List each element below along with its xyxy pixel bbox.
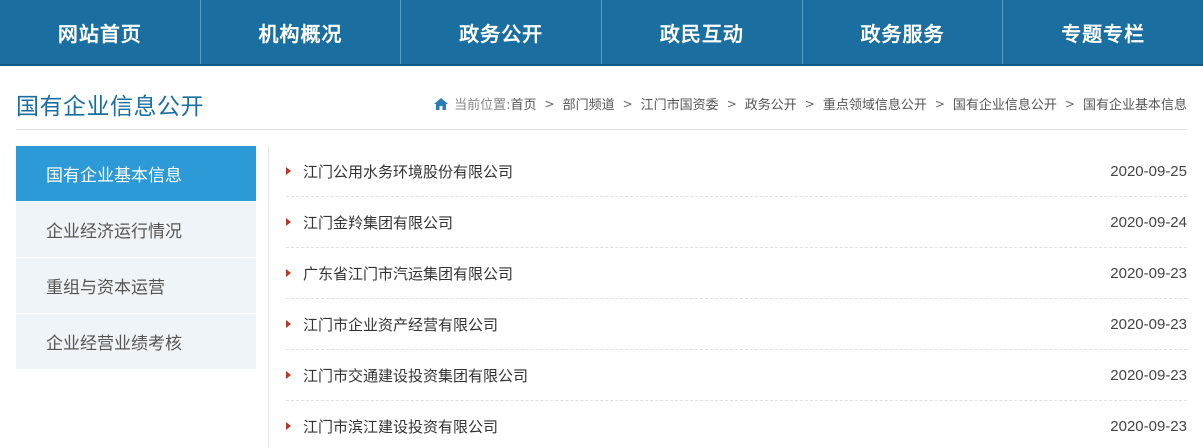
bullet-icon — [286, 167, 291, 175]
list-item[interactable]: 江门公用水务环境股份有限公司 2020-09-25 — [286, 146, 1187, 197]
list-item[interactable]: 江门市滨江建设投资有限公司 2020-09-23 — [286, 401, 1187, 448]
list-item-title[interactable]: 江门公用水务环境股份有限公司 — [303, 161, 513, 182]
breadcrumb-affairs[interactable]: 政务公开 — [745, 94, 797, 113]
top-navigation: 网站首页 机构概况 政务公开 政民互动 政务服务 专题专栏 — [0, 0, 1203, 66]
list-item-title[interactable]: 江门市交通建设投资集团有限公司 — [303, 365, 528, 386]
bullet-icon — [286, 371, 291, 379]
list-item-title[interactable]: 江门市滨江建设投资有限公司 — [303, 416, 498, 437]
home-icon — [434, 97, 449, 110]
list-item-date: 2020-09-24 — [1110, 213, 1187, 231]
breadcrumb-sasac[interactable]: 江门市国资委 — [641, 94, 719, 113]
nav-special-topics[interactable]: 专题专栏 — [1003, 0, 1203, 64]
list-item[interactable]: 江门市交通建设投资集团有限公司 2020-09-23 — [286, 350, 1187, 401]
nav-interaction[interactable]: 政民互动 — [602, 0, 803, 64]
list-item-date: 2020-09-23 — [1110, 417, 1187, 435]
list-item-date: 2020-09-23 — [1110, 315, 1187, 333]
header-bar: 国有企业信息公开 当前位置: 首页 > 部门频道 > 江门市国资委 > 政务公开… — [16, 78, 1187, 130]
breadcrumb-department[interactable]: 部门频道 — [563, 94, 615, 113]
content-divider — [268, 146, 269, 448]
breadcrumb-soe-info[interactable]: 国有企业信息公开 — [953, 94, 1057, 113]
list-item-date: 2020-09-23 — [1110, 264, 1187, 282]
list-item[interactable]: 江门市企业资产经营有限公司 2020-09-23 — [286, 299, 1187, 350]
bullet-icon — [286, 320, 291, 328]
page-title: 国有企业信息公开 — [16, 93, 204, 120]
breadcrumb-prefix: 当前位置: — [454, 98, 511, 113]
bullet-icon — [286, 422, 291, 430]
breadcrumb-separator: > — [544, 96, 555, 111]
breadcrumb-key-areas[interactable]: 重点领域信息公开 — [823, 94, 927, 113]
list-item-title[interactable]: 广东省江门市汽运集团有限公司 — [303, 263, 513, 284]
breadcrumb-separator: > — [622, 96, 633, 111]
breadcrumb-separator: > — [726, 96, 737, 111]
sidebar-item-basic-info[interactable]: 国有企业基本信息 — [16, 146, 256, 201]
bullet-icon — [286, 218, 291, 226]
list-item-title[interactable]: 江门金羚集团有限公司 — [303, 212, 453, 233]
breadcrumb-separator: > — [1064, 96, 1075, 111]
list-item-date: 2020-09-25 — [1110, 162, 1187, 180]
bullet-icon — [286, 269, 291, 277]
nav-services[interactable]: 政务服务 — [803, 0, 1004, 64]
list-item[interactable]: 江门金羚集团有限公司 2020-09-24 — [286, 197, 1187, 248]
sidebar: 国有企业基本信息 企业经济运行情况 重组与资本运营 企业经营业绩考核 — [16, 146, 256, 370]
article-list: 江门公用水务环境股份有限公司 2020-09-25 江门金羚集团有限公司 202… — [286, 146, 1187, 448]
sidebar-item-restructuring[interactable]: 重组与资本运营 — [16, 258, 256, 313]
nav-home[interactable]: 网站首页 — [0, 0, 201, 64]
breadcrumb-home[interactable]: 首页 — [511, 94, 537, 113]
list-item-date: 2020-09-23 — [1110, 366, 1187, 384]
list-item-title[interactable]: 江门市企业资产经营有限公司 — [303, 314, 498, 335]
breadcrumb-separator: > — [934, 96, 945, 111]
sidebar-item-economic-operation[interactable]: 企业经济运行情况 — [16, 202, 256, 257]
nav-organization[interactable]: 机构概况 — [201, 0, 402, 64]
breadcrumb: 当前位置: 首页 > 部门频道 > 江门市国资委 > 政务公开 > 重点领域信息… — [434, 94, 1187, 113]
nav-government-affairs[interactable]: 政务公开 — [401, 0, 603, 64]
breadcrumb-current[interactable]: 国有企业基本信息 — [1083, 94, 1187, 113]
breadcrumb-separator: > — [804, 96, 815, 111]
sidebar-item-performance[interactable]: 企业经营业绩考核 — [16, 314, 256, 369]
list-item[interactable]: 广东省江门市汽运集团有限公司 2020-09-23 — [286, 248, 1187, 299]
